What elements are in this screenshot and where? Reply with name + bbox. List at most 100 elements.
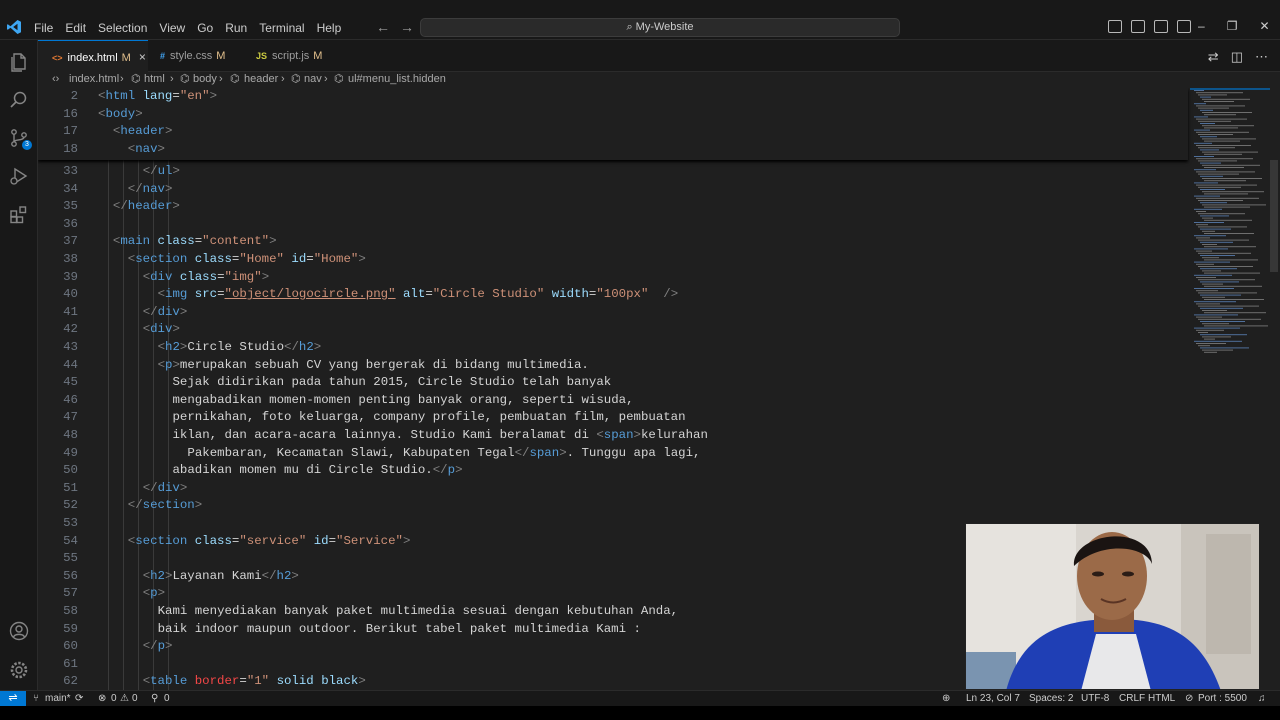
code-line[interactable]: 40 <img src="object/logocircle.png" alt="… — [38, 286, 1188, 304]
close-tab-icon[interactable]: × — [139, 50, 146, 64]
remote-indicator-icon[interactable]: ⇌ — [0, 691, 26, 707]
code-line[interactable]: 42 <div> — [38, 321, 1188, 339]
branch-name[interactable]: main* — [45, 691, 71, 706]
search-view-icon[interactable] — [8, 89, 30, 111]
code-text: </ul> — [142, 164, 180, 178]
code-text: Sejak didirikan pada tahun 2015, Circle … — [172, 375, 612, 390]
encoding[interactable]: UTF-8 — [1081, 691, 1109, 706]
minimap-line — [1200, 189, 1225, 190]
tab-index-html[interactable]: <> index.html M × — [38, 40, 148, 72]
code-line[interactable]: 44 <p>merupakan sebuah CV yang bergerak d… — [38, 357, 1188, 375]
zoom-icon[interactable]: ⊕ — [942, 691, 950, 706]
settings-gear-icon[interactable] — [8, 659, 30, 681]
code-text: Kami menyediakan banyak paket multimedia… — [157, 604, 679, 618]
minimap-line — [1196, 105, 1245, 107]
sync-icon[interactable]: ⟳ — [75, 691, 83, 706]
code-line[interactable]: 41 </div> — [38, 304, 1188, 322]
code-line[interactable]: 51 </div> — [38, 480, 1188, 498]
code-line[interactable]: 52 </section> — [38, 497, 1188, 515]
code-line[interactable]: 49 Pakembaran, Kecamatan Slawi, Kabupaten… — [38, 445, 1188, 463]
menu-view[interactable]: View — [153, 20, 191, 36]
code-line[interactable]: 17 <header> — [38, 123, 1188, 141]
code-line[interactable]: 18 <nav> — [38, 141, 1188, 159]
minimap-line — [1200, 215, 1229, 217]
breadcrumb-item-ul[interactable]: ul#menu_list.hidden — [348, 72, 446, 87]
tab-script-js[interactable]: JS script.js M — [244, 40, 352, 72]
toggle-primary-sidebar-icon[interactable] — [1108, 20, 1122, 33]
open-changes-icon[interactable]: ⇄ — [1208, 49, 1219, 65]
warning-count[interactable]: 0 — [132, 691, 138, 706]
sticky-scroll[interactable]: 2 <html lang="en"> 16 <body> 17 <header> 18 <na… — [38, 88, 1188, 160]
minimap-line — [1198, 279, 1255, 281]
minimap-line — [1196, 303, 1220, 305]
code-line[interactable]: 50 abadikan momen mu di Circle Studio.</p… — [38, 462, 1188, 480]
notifications-bell-icon[interactable]: ♫ — [1258, 691, 1266, 706]
back-arrow-icon[interactable]: ← — [376, 19, 390, 35]
code-line[interactable]: 46 mengabadikan momen-momen penting banya… — [38, 392, 1188, 410]
toggle-secondary-sidebar-icon[interactable] — [1154, 20, 1168, 33]
language-mode[interactable]: HTML — [1148, 691, 1175, 706]
minimap-line — [1202, 336, 1231, 338]
breadcrumb-item-header[interactable]: header — [244, 72, 278, 87]
extensions-icon[interactable] — [8, 203, 30, 225]
code-line[interactable]: 33 </ul> — [38, 163, 1188, 181]
command-center-search[interactable]: ⌕ My-Website — [420, 18, 900, 37]
line-number: 59 — [63, 621, 78, 636]
more-actions-icon[interactable]: ⋯ — [1255, 49, 1268, 65]
cursor-position[interactable]: Ln 23, Col 7 — [966, 691, 1020, 706]
code-line[interactable]: 16 <body> — [38, 106, 1188, 124]
code-line[interactable]: 43 <h2>Circle Studio</h2> — [38, 339, 1188, 357]
menu-go[interactable]: Go — [191, 20, 219, 36]
menu-run[interactable]: Run — [219, 20, 253, 36]
minimap-line — [1200, 255, 1235, 256]
split-editor-icon[interactable]: ◫ — [1231, 49, 1243, 65]
live-server-port[interactable]: Port : 5500 — [1198, 691, 1247, 706]
minimap-line — [1198, 94, 1227, 96]
close-window-icon[interactable]: ✕ — [1259, 19, 1269, 33]
customize-layout-icon[interactable] — [1177, 20, 1191, 33]
code-text: <html lang="en"> — [98, 89, 217, 103]
breadcrumb-item-file[interactable]: index.html — [69, 72, 119, 87]
account-icon[interactable] — [8, 620, 30, 642]
ports-count[interactable]: 0 — [164, 691, 170, 706]
code-text: <body> — [98, 106, 143, 121]
breadcrumb-item-html[interactable]: html — [144, 72, 165, 87]
indentation[interactable]: Spaces: 2 — [1029, 691, 1073, 706]
code-line[interactable]: 36 — [38, 216, 1188, 234]
code-line[interactable]: 2 <html lang="en"> — [38, 88, 1188, 106]
minimap-line — [1202, 310, 1227, 311]
code-line[interactable]: 34 </nav> — [38, 181, 1188, 199]
code-line[interactable]: 48 iklan, dan acara-acara lainnya. Studio… — [38, 427, 1188, 445]
breadcrumb-item-nav[interactable]: nav — [304, 72, 322, 87]
minimap-line — [1202, 112, 1252, 113]
code-line[interactable]: 38 <section class="Home" id="Home"> — [38, 251, 1188, 269]
menu-terminal[interactable]: Terminal — [253, 20, 310, 36]
restore-icon[interactable]: ❐ — [1227, 19, 1238, 33]
line-number: 47 — [63, 410, 78, 425]
code-line[interactable]: 35 </header> — [38, 198, 1188, 216]
minimap-line — [1200, 175, 1223, 177]
menu-edit[interactable]: Edit — [59, 20, 92, 36]
code-line[interactable]: 37 <main class="content"> — [38, 233, 1188, 251]
run-debug-icon[interactable] — [8, 165, 30, 187]
code-line[interactable]: 45 Sejak didirikan pada tahun 2015, Circl… — [38, 374, 1188, 392]
menu-help[interactable]: Help — [311, 20, 348, 36]
explorer-icon[interactable] — [8, 51, 30, 73]
minimize-icon[interactable]: – — [1198, 19, 1205, 33]
minimap-line — [1196, 263, 1214, 265]
vertical-scrollbar[interactable] — [1270, 160, 1278, 272]
line-number: 17 — [63, 124, 78, 139]
menu-file[interactable]: File — [28, 20, 59, 36]
error-count[interactable]: 0 — [111, 691, 117, 706]
toggle-panel-icon[interactable] — [1131, 20, 1145, 33]
tab-style-css[interactable]: # style.css M — [148, 40, 256, 72]
minimap[interactable] — [1190, 88, 1270, 358]
code-line[interactable]: 39 <div class="img"> — [38, 269, 1188, 287]
menu-selection[interactable]: Selection — [92, 20, 153, 36]
line-number: 56 — [63, 568, 78, 583]
end-of-line[interactable]: CRLF — [1119, 691, 1145, 706]
code-line[interactable]: 47 pernikahan, foto keluarga, company pro… — [38, 409, 1188, 427]
forward-arrow-icon[interactable]: → — [400, 19, 414, 35]
minimap-line — [1204, 259, 1258, 261]
breadcrumb-item-body[interactable]: body — [193, 72, 217, 87]
